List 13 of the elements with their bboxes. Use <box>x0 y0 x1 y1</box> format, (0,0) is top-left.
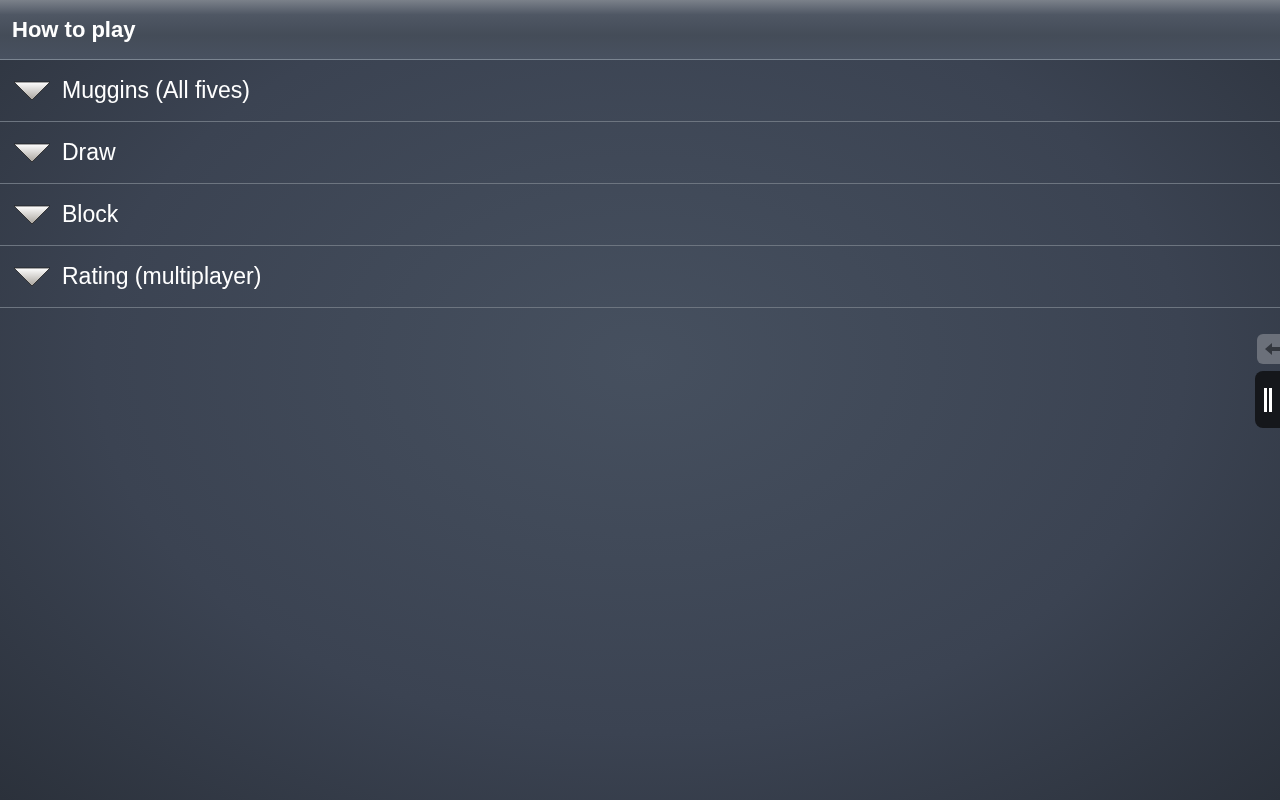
section-title: Block <box>62 200 119 230</box>
section-header[interactable]: Muggins (All fives) <box>0 60 1280 122</box>
section-header[interactable]: Draw <box>0 122 1280 184</box>
pause-tab[interactable] <box>1255 371 1280 428</box>
pause-icon <box>1262 387 1273 412</box>
section-header[interactable]: Rating (multiplayer) <box>0 246 1280 308</box>
back-arrow-icon <box>1264 341 1280 357</box>
section-title: Muggins (All fives) <box>62 76 250 106</box>
section-title: Rating (multiplayer) <box>62 262 262 292</box>
section-header[interactable]: Block <box>0 184 1280 246</box>
back-tab[interactable] <box>1257 334 1280 364</box>
title: How to play <box>12 16 136 44</box>
section-title: Draw <box>62 138 116 168</box>
